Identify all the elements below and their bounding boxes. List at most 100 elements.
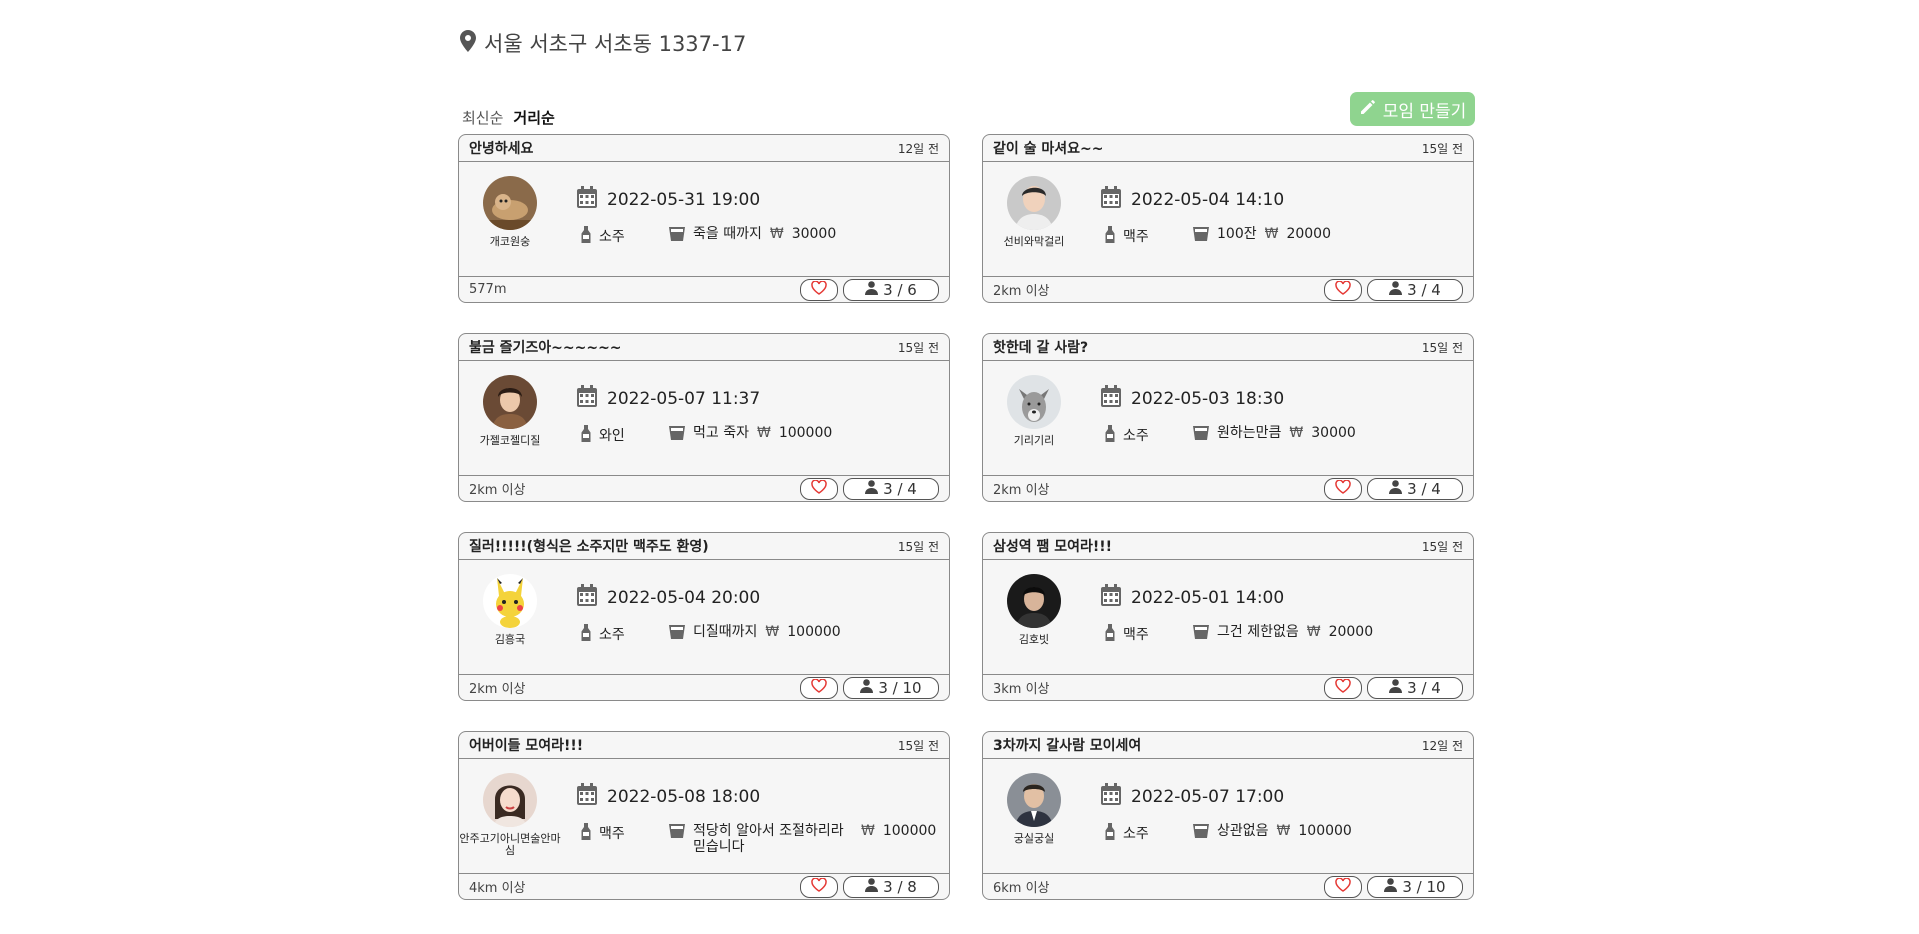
datetime-text: 2022-05-08 18:00 [607,786,761,807]
card-title: 핫한데 갈 사람? [993,340,1089,356]
meeting-details: 와인 먹고 죽자 ₩ 100000 [581,425,832,446]
price: ₩ 30000 [770,226,836,242]
like-button[interactable] [1324,676,1362,699]
meeting-details: 맥주 그건 제한없음 ₩ 20000 [1105,624,1373,645]
sort-latest[interactable]: 최신순 [462,107,503,128]
members-button[interactable]: 3 / 4 [1367,278,1463,301]
like-button[interactable] [800,477,838,500]
like-button[interactable] [1324,278,1362,301]
host-info: 김흥국 [459,574,561,646]
avatar[interactable] [483,773,537,827]
drink-text: 소주 [1123,428,1149,444]
bottle-icon [1105,226,1115,247]
cup-icon [669,226,685,245]
meeting-card-7[interactable]: 어버이들 모여라!!! 15일 전 안주고기아니면술안마심 2022-05-08… [458,731,950,900]
price-text: 100000 [1298,823,1352,839]
drink-type: 맥주 [581,823,669,844]
meeting-card-3[interactable]: 불금 즐기즈아~~~~~~ 15일 전 가젤코젤디질 2022-05-07 11… [458,333,950,502]
card-body: 기리기리 2022-05-03 18:30 소주 원하는만큼 ₩ 30000 [983,361,1473,476]
create-meeting-button[interactable]: 모임 만들기 [1350,92,1475,126]
card-header: 어버이들 모여라!!! 15일 전 [459,732,949,759]
members-count: 3 / 4 [1407,280,1441,299]
amount-text: 상관없음 [1217,823,1269,839]
card-title: 불금 즐기즈아~~~~~~ [469,340,622,356]
avatar[interactable] [1007,773,1061,827]
meeting-card-4[interactable]: 핫한데 갈 사람? 15일 전 기리기리 2022-05-03 18:30 소주 [982,333,1474,502]
host-name: 개코원숭 [489,235,531,248]
amount-text: 100잔 [1217,226,1257,242]
members-count: 3 / 4 [1407,479,1441,498]
card-body: 선비와막걸리 2022-05-04 14:10 맥주 100잔 ₩ 20000 [983,162,1473,277]
host-name: 궁실궁실 [1013,832,1055,845]
members-button[interactable]: 3 / 4 [843,477,939,500]
avatar[interactable] [1007,574,1061,628]
calendar-icon [577,584,597,611]
create-meeting-label: 모임 만들기 [1382,101,1467,122]
avatar[interactable] [1007,176,1061,230]
host-name: 김호빗 [1018,633,1050,646]
host-info: 안주고기아니면술안마심 [459,773,561,857]
distance-text: 2km 이상 [469,682,526,697]
card-body: 개코원숭 2022-05-31 19:00 소주 죽을 때까지 ₩ 30000 [459,162,949,277]
meeting-card-5[interactable]: 질러!!!!!(형식은 소주지만 맥주도 환영) 15일 전 김흥국 2022-… [458,532,950,701]
meeting-card-8[interactable]: 3차까지 갈사람 모이세여 12일 전 궁실궁실 2022-05-07 17:0… [982,731,1474,900]
like-button[interactable] [1324,875,1362,898]
meeting-card-2[interactable]: 같이 술 마셔요~~ 15일 전 선비와막걸리 2022-05-04 14:10 [982,134,1474,303]
heart-icon [1335,678,1351,697]
price-text: 100000 [882,823,937,839]
members-button[interactable]: 3 / 10 [1367,875,1463,898]
meeting-card-6[interactable]: 삼성역 팸 모여라!!! 15일 전 김호빗 2022-05-01 14:00 … [982,532,1474,701]
members-count: 3 / 8 [883,877,917,896]
like-button[interactable] [800,875,838,898]
members-button[interactable]: 3 / 4 [1367,676,1463,699]
avatar[interactable] [483,574,537,628]
members-button[interactable]: 3 / 6 [843,278,939,301]
like-button[interactable] [800,278,838,301]
card-footer: 577m 3 / 6 [459,276,949,302]
drink-amount: 죽을 때까지 [669,226,762,245]
card-header: 질러!!!!!(형식은 소주지만 맥주도 환영) 15일 전 [459,533,949,560]
meeting-details: 소주 상관없음 ₩ 100000 [1105,823,1352,844]
card-posted-ago: 15일 전 [897,340,939,355]
cup-icon [1193,425,1209,444]
sort-distance[interactable]: 거리순 [513,107,554,128]
datetime-text: 2022-05-01 14:00 [1131,587,1285,608]
won-icon: ₩ [1276,823,1291,839]
datetime-text: 2022-05-04 14:10 [1131,189,1285,210]
price-text: 100000 [778,425,833,441]
members-button[interactable]: 3 / 10 [843,676,939,699]
cup-icon [669,425,685,444]
person-icon [1389,280,1403,299]
card-header: 핫한데 갈 사람? 15일 전 [983,334,1473,361]
drink-text: 맥주 [599,826,625,842]
members-button[interactable]: 3 / 4 [1367,477,1463,500]
avatar[interactable] [483,375,537,429]
drink-type: 와인 [581,425,669,446]
person-icon [1384,877,1398,896]
card-posted-ago: 15일 전 [1421,340,1463,355]
drink-amount: 먹고 죽자 [669,425,749,444]
won-icon: ₩ [769,226,784,242]
price: ₩ 20000 [1307,624,1373,640]
card-posted-ago: 12일 전 [897,141,939,156]
heart-icon [1335,280,1351,299]
meeting-card-1[interactable]: 안녕하세요 12일 전 개코원숭 2022-05-31 19:00 소주 죽을 … [458,134,950,303]
card-title: 삼성역 팸 모여라!!! [993,539,1113,555]
person-icon [865,877,879,896]
calendar-icon [577,385,597,412]
host-name: 가젤코젤디질 [479,434,541,447]
meeting-datetime: 2022-05-04 20:00 [577,584,760,611]
price: ₩ 100000 [1277,823,1352,839]
drink-amount: 적당히 알아서 조절하리라 믿습니다 [669,823,853,855]
datetime-text: 2022-05-07 17:00 [1131,786,1285,807]
like-button[interactable] [1324,477,1362,500]
heart-icon [811,678,827,697]
avatar[interactable] [483,176,537,230]
host-info: 궁실궁실 [983,773,1085,845]
sort-options: 최신순 거리순 [462,107,555,128]
price: ₩ 100000 [757,425,832,441]
avatar[interactable] [1007,375,1061,429]
like-button[interactable] [800,676,838,699]
calendar-icon [1101,385,1121,412]
members-button[interactable]: 3 / 8 [843,875,939,898]
